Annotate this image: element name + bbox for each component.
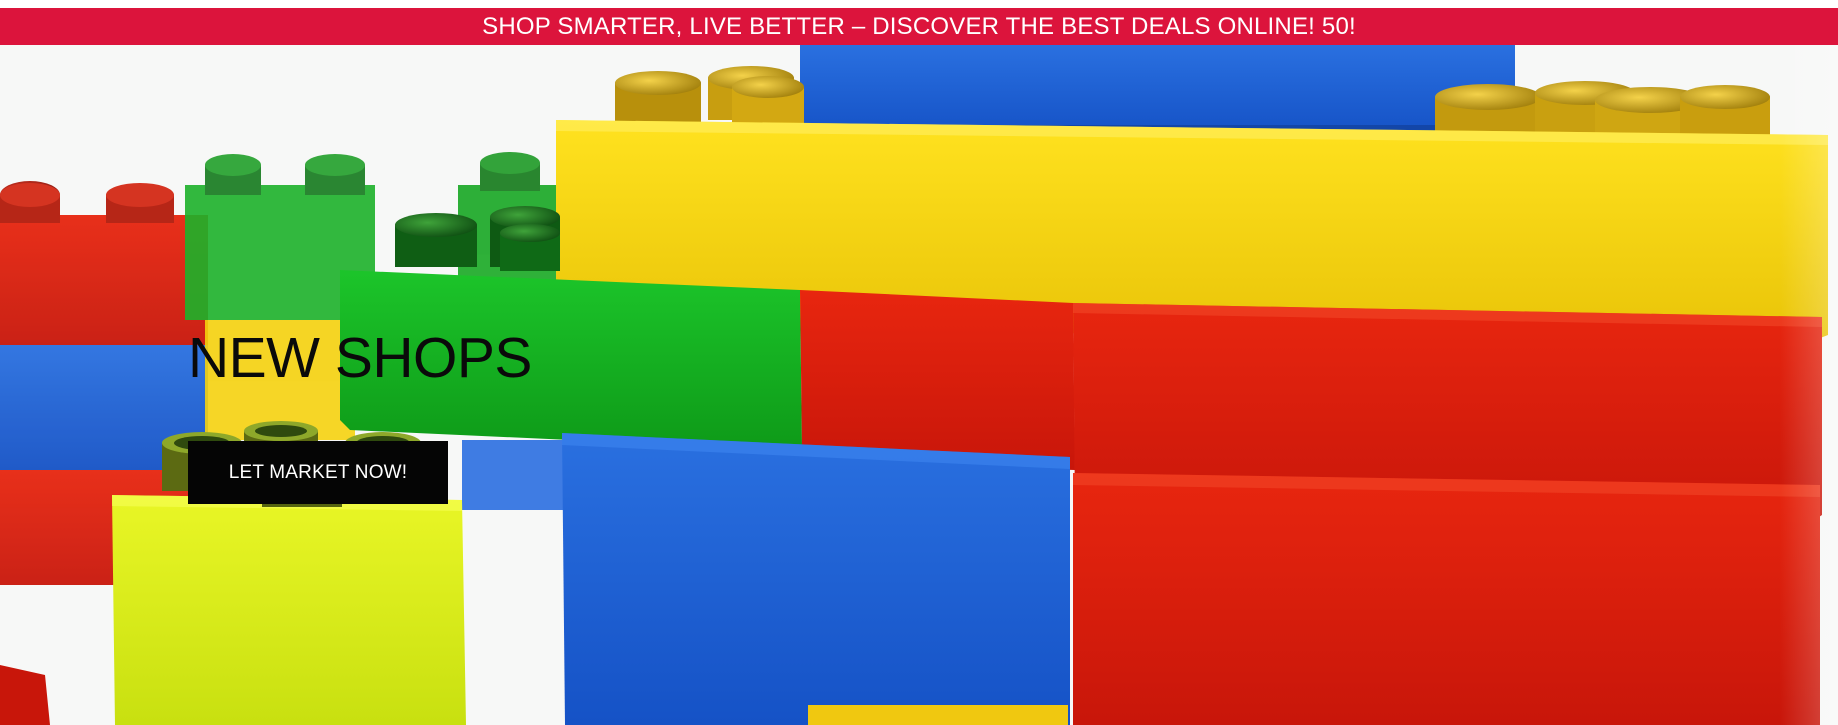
announcement-text: SHOP SMARTER, LIVE BETTER – DISCOVER THE… bbox=[482, 12, 1356, 40]
let-market-now-button[interactable]: LET MARKET NOW! bbox=[188, 441, 448, 504]
hero-title: NEW SHOPS bbox=[188, 326, 532, 390]
page: SHOP SMARTER, LIVE BETTER – DISCOVER THE… bbox=[0, 0, 1838, 725]
hero-banner: NEW SHOPS LET MARKET NOW! bbox=[0, 45, 1838, 725]
announcement-bar: SHOP SMARTER, LIVE BETTER – DISCOVER THE… bbox=[0, 8, 1838, 45]
